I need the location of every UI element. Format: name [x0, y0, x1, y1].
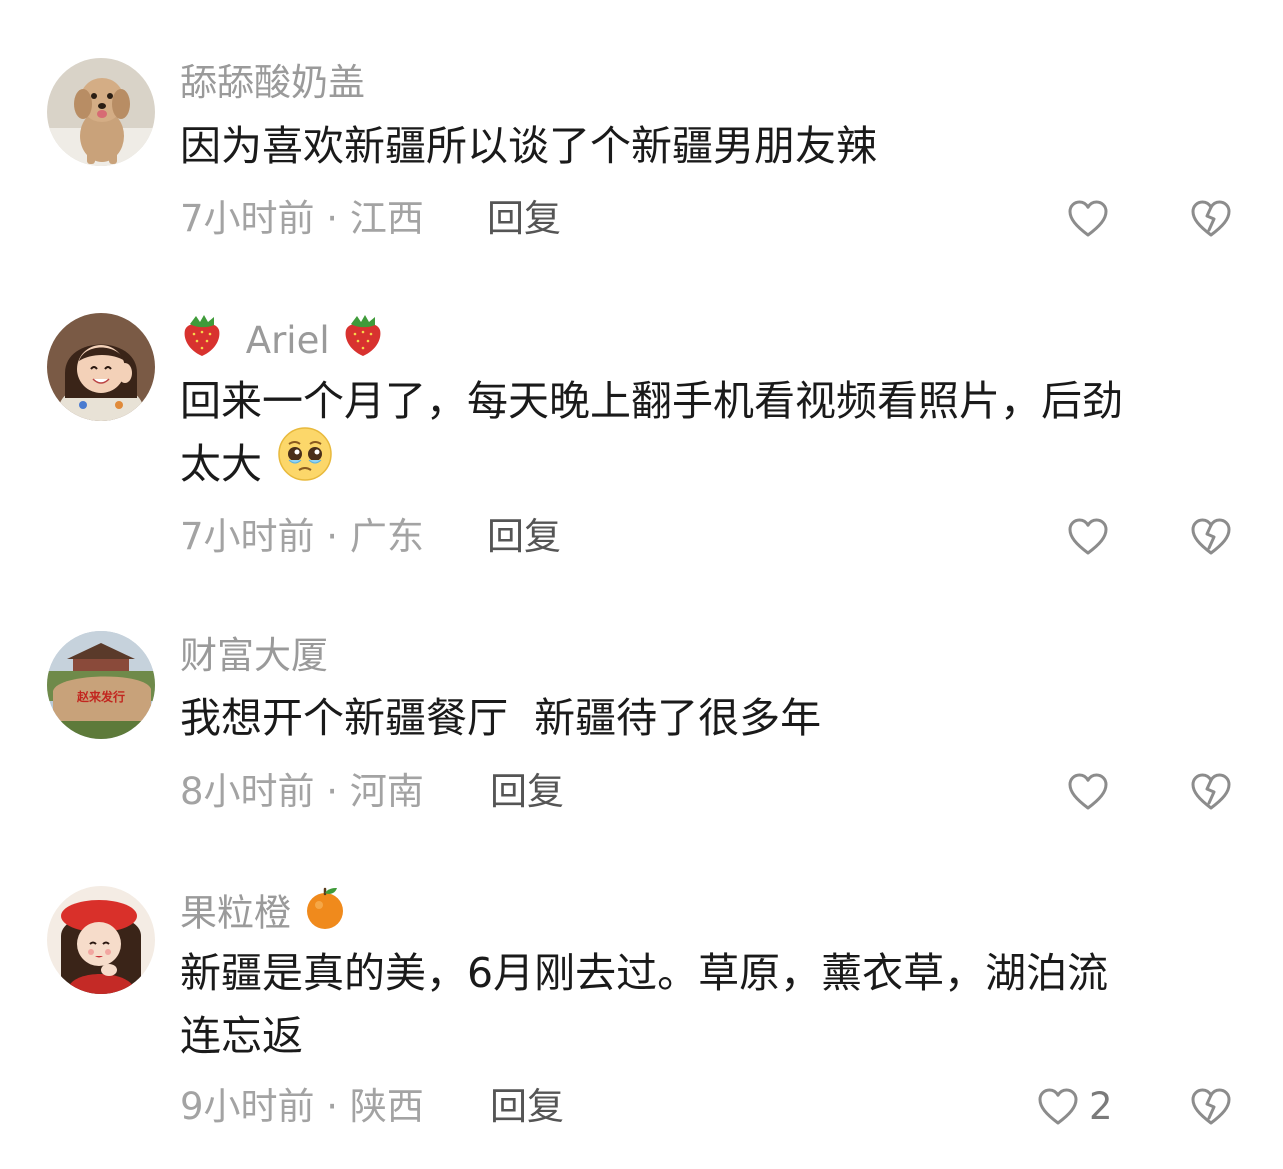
- meta-separator: ·: [314, 197, 350, 240]
- username-text: 财富大厦: [180, 634, 328, 677]
- location: 陕西: [349, 1085, 424, 1128]
- dislike-button[interactable]: [1190, 517, 1232, 557]
- comment-text-line: 连忘返: [180, 1012, 303, 1060]
- reply-button[interactable]: 回复: [490, 772, 564, 812]
- comment-meta: 7小时前 · 江西: [180, 199, 424, 239]
- dislike-button[interactable]: [1190, 199, 1232, 239]
- user-avatar[interactable]: [47, 58, 155, 166]
- username[interactable]: 财富大厦: [180, 636, 328, 676]
- username[interactable]: 果粒橙: [180, 887, 347, 939]
- reply-button[interactable]: 回复: [490, 1087, 564, 1127]
- username-text: 舔舔酸奶盖: [180, 61, 365, 104]
- dislike-button[interactable]: [1190, 772, 1232, 812]
- meta-separator: ·: [314, 770, 350, 813]
- location: 广东: [349, 515, 424, 558]
- like-button[interactable]: [1037, 1087, 1079, 1127]
- like-button[interactable]: [1067, 199, 1109, 239]
- comment-text-content: 太大: [180, 440, 262, 488]
- comment-meta: 7小时前 · 广东: [180, 517, 424, 557]
- strawberry-icon: [180, 312, 224, 366]
- orange-icon: [303, 885, 347, 939]
- user-avatar[interactable]: [47, 313, 155, 421]
- meta-separator: ·: [314, 515, 350, 558]
- reply-label: 回复: [487, 515, 561, 558]
- user-avatar[interactable]: 赵来发行: [47, 631, 155, 739]
- comment-text-content: 我想开个新疆餐厅 新疆待了很多年: [180, 694, 822, 742]
- dislike-button[interactable]: [1190, 1087, 1232, 1127]
- comment-text-line: 回来一个月了，每天晚上翻手机看视频看照片，后劲: [180, 377, 1123, 425]
- timestamp: 7小时前: [180, 515, 315, 558]
- girl-avatar-icon: [47, 313, 155, 421]
- like-count: 2: [1089, 1087, 1113, 1127]
- location: 河南: [349, 770, 424, 813]
- username[interactable]: Ariel: [180, 315, 385, 366]
- heart-outline-icon: [1068, 200, 1108, 237]
- strawberry-icon: [341, 312, 385, 366]
- stone-landscape-avatar-icon: 赵来发行: [47, 631, 155, 739]
- comment-text: 新疆是真的美，6月刚去过。草原，薰衣草，湖泊流 连忘返: [180, 942, 1240, 1068]
- username[interactable]: 舔舔酸奶盖: [180, 63, 365, 103]
- svg-text:赵来发行: 赵来发行: [76, 689, 125, 704]
- comment-text-content: 因为喜欢新疆所以谈了个新疆男朋友辣: [180, 122, 877, 170]
- reply-button[interactable]: 回复: [487, 199, 561, 239]
- comment-meta: 9小时前 · 陕西: [180, 1087, 424, 1127]
- username-text: Ariel: [245, 318, 330, 362]
- reply-label: 回复: [490, 770, 564, 813]
- timestamp: 8小时前: [180, 770, 315, 813]
- location: 江西: [349, 197, 424, 240]
- comment-text: 因为喜欢新疆所以谈了个新疆男朋友辣: [180, 115, 1240, 178]
- like-count-text: 2: [1089, 1085, 1113, 1128]
- comment-text: 我想开个新疆餐厅 新疆待了很多年: [180, 687, 1240, 750]
- timestamp: 9小时前: [180, 1085, 315, 1128]
- timestamp: 7小时前: [180, 197, 315, 240]
- like-button[interactable]: [1067, 772, 1109, 812]
- heart-outline-icon: [1038, 1088, 1078, 1125]
- broken-heart-icon: [1191, 1088, 1231, 1125]
- comment-text: 回来一个月了，每天晚上翻手机看视频看照片，后劲 太大: [180, 370, 1240, 500]
- heart-outline-icon: [1068, 773, 1108, 810]
- user-avatar[interactable]: [47, 886, 155, 994]
- reply-label: 回复: [487, 197, 561, 240]
- like-button[interactable]: [1067, 517, 1109, 557]
- reply-button[interactable]: 回复: [487, 517, 561, 557]
- comment-text-line: 太大: [180, 427, 1240, 500]
- broken-heart-icon: [1191, 773, 1231, 810]
- red-beret-girl-avatar-icon: [47, 886, 155, 994]
- pleading-face-icon: [275, 426, 335, 500]
- meta-separator: ·: [314, 1085, 350, 1128]
- reply-label: 回复: [490, 1085, 564, 1128]
- comment-meta: 8小时前 · 河南: [180, 772, 424, 812]
- comment-text-line: 新疆是真的美，6月刚去过。草原，薰衣草，湖泊流: [180, 949, 1109, 997]
- broken-heart-icon: [1191, 518, 1231, 555]
- username-text: 果粒橙: [180, 891, 291, 935]
- broken-heart-icon: [1191, 200, 1231, 237]
- dog-avatar-icon: [47, 58, 155, 166]
- heart-outline-icon: [1068, 518, 1108, 555]
